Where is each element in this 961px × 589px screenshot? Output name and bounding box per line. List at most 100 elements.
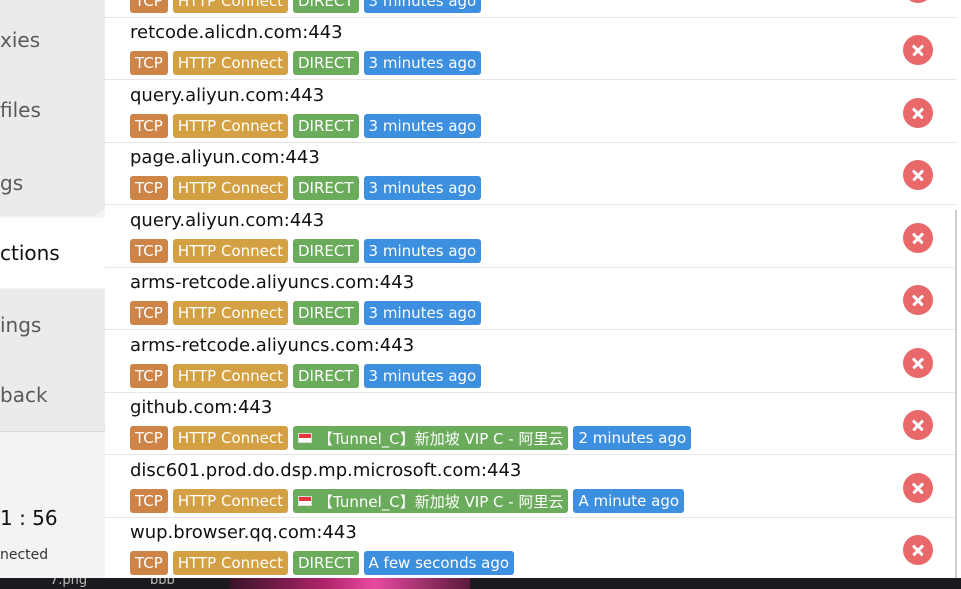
connection-row: arms-retcode.aliyuncs.com:443 TCP HTTP C…: [105, 268, 957, 330]
route-label: 【Tunnel_C】新加坡 VIP C - 阿里云: [318, 429, 564, 448]
type-badge: HTTP Connect: [172, 239, 288, 263]
network-badge: TCP: [130, 301, 168, 325]
connection-tags: TCP HTTP Connect DIRECT A few seconds ag…: [130, 551, 515, 575]
type-badge: HTTP Connect: [172, 551, 288, 575]
route-badge: 【Tunnel_C】新加坡 VIP C - 阿里云: [293, 489, 569, 513]
connection-row: page.aliyun.com:443 TCP HTTP Connect DIR…: [105, 143, 957, 205]
nav-item-profiles[interactable]: files: [0, 98, 105, 122]
network-badge: TCP: [130, 364, 168, 388]
type-badge: HTTP Connect: [172, 176, 288, 200]
time-badge: 3 minutes ago: [363, 239, 482, 263]
route-label: 【Tunnel_C】新加坡 VIP C - 阿里云: [318, 492, 564, 511]
connection-row: arms-retcode.aliyuncs.com:443 TCP HTTP C…: [105, 331, 957, 393]
route-badge: DIRECT: [293, 364, 359, 388]
connection-host: github.com:443: [130, 397, 273, 418]
nav-group-background-2: [0, 289, 105, 431]
type-badge: HTTP Connect: [172, 301, 288, 325]
connection-host: arms-retcode.aliyuncs.com:443: [130, 272, 415, 293]
close-connection-button[interactable]: [903, 285, 933, 315]
connection-tags: TCP HTTP Connect 【Tunnel_C】新加坡 VIP C - 阿…: [130, 426, 692, 450]
connection-host: wup.browser.qq.com:443: [130, 522, 357, 543]
connection-status: nected: [0, 547, 49, 563]
close-connection-button[interactable]: [903, 223, 933, 253]
type-badge: HTTP Connect: [172, 489, 288, 513]
type-badge: HTTP Connect: [172, 364, 288, 388]
connection-host: retcode.alicdn.com:443: [130, 22, 343, 43]
connection-host: query.aliyun.com:443: [130, 210, 325, 231]
singapore-flag-icon: [298, 496, 312, 506]
network-badge: TCP: [130, 51, 168, 75]
taskbar: 7.png bbb: [0, 578, 961, 589]
type-badge: HTTP Connect: [172, 0, 288, 13]
connection-tags: TCP HTTP Connect DIRECT 3 minutes ago: [130, 114, 482, 138]
connection-host: page.aliyun.com:443: [130, 147, 320, 168]
time-badge: A few seconds ago: [363, 551, 515, 575]
time-badge: A minute ago: [573, 489, 685, 513]
connection-row: query.aliyun.com:443 TCP HTTP Connect DI…: [105, 206, 957, 268]
connection-row: wup.browser.qq.com:443 TCP HTTP Connect …: [105, 518, 957, 578]
route-badge: DIRECT: [293, 114, 359, 138]
connection-tags: TCP HTTP Connect DIRECT 3 minutes ago: [130, 364, 482, 388]
time-badge: 3 minutes ago: [363, 364, 482, 388]
nav-item-logs[interactable]: gs: [0, 171, 105, 195]
route-badge: DIRECT: [293, 239, 359, 263]
route-badge: DIRECT: [293, 51, 359, 75]
network-badge: TCP: [130, 0, 168, 13]
connections-list: TCP HTTP Connect DIRECT 3 minutes ago re…: [105, 0, 961, 578]
time-badge: 3 minutes ago: [363, 51, 482, 75]
close-connection-button[interactable]: [903, 473, 933, 503]
network-badge: TCP: [130, 551, 168, 575]
nav-item-proxies[interactable]: xies: [0, 28, 105, 52]
type-badge: HTTP Connect: [172, 114, 288, 138]
route-badge: DIRECT: [293, 0, 359, 13]
nav-item-settings[interactable]: ings: [0, 313, 105, 337]
connection-row: query.aliyun.com:443 TCP HTTP Connect DI…: [105, 81, 957, 143]
connection-row: disc601.prod.do.dsp.mp.microsoft.com:443…: [105, 456, 957, 518]
time-badge: 3 minutes ago: [363, 0, 482, 13]
sidebar-divider: [0, 431, 105, 432]
close-connection-button[interactable]: [903, 160, 933, 190]
scrollbar[interactable]: [955, 210, 957, 578]
time-badge: 3 minutes ago: [363, 176, 482, 200]
connection-host: query.aliyun.com:443: [130, 85, 325, 106]
time-badge: 3 minutes ago: [363, 301, 482, 325]
nav-item-feedback[interactable]: back: [0, 383, 105, 407]
taskbar-wallpaper: [230, 578, 470, 589]
connection-tags: TCP HTTP Connect 【Tunnel_C】新加坡 VIP C - 阿…: [130, 489, 685, 513]
connection-row: github.com:443 TCP HTTP Connect 【Tunnel_…: [105, 393, 957, 455]
time-badge: 2 minutes ago: [573, 426, 692, 450]
close-connection-button[interactable]: [903, 35, 933, 65]
close-connection-button[interactable]: [903, 0, 933, 3]
taskbar-item[interactable]: bbb: [150, 578, 175, 588]
network-badge: TCP: [130, 239, 168, 263]
connection-tags: TCP HTTP Connect DIRECT 3 minutes ago: [130, 239, 482, 263]
route-badge: DIRECT: [293, 301, 359, 325]
connection-host: disc601.prod.do.dsp.mp.microsoft.com:443: [130, 460, 522, 481]
close-connection-button[interactable]: [903, 98, 933, 128]
sidebar: xies files gs ctions ings back 1 : 56 ne…: [0, 0, 105, 589]
connection-row: retcode.alicdn.com:443 TCP HTTP Connect …: [105, 18, 957, 80]
type-badge: HTTP Connect: [172, 51, 288, 75]
connection-host: arms-retcode.aliyuncs.com:443: [130, 335, 415, 356]
route-badge: DIRECT: [293, 176, 359, 200]
route-badge: 【Tunnel_C】新加坡 VIP C - 阿里云: [293, 426, 569, 450]
connection-tags: TCP HTTP Connect DIRECT 3 minutes ago: [130, 51, 482, 75]
singapore-flag-icon: [298, 433, 312, 443]
close-connection-button[interactable]: [903, 348, 933, 378]
route-badge: DIRECT: [293, 551, 359, 575]
connection-tags: TCP HTTP Connect DIRECT 3 minutes ago: [130, 301, 482, 325]
network-badge: TCP: [130, 489, 168, 513]
type-badge: HTTP Connect: [172, 426, 288, 450]
connection-tags: TCP HTTP Connect DIRECT 3 minutes ago: [130, 176, 482, 200]
uptime-clock: 1 : 56: [0, 506, 58, 530]
connection-row: TCP HTTP Connect DIRECT 3 minutes ago: [105, 0, 957, 18]
network-badge: TCP: [130, 176, 168, 200]
network-badge: TCP: [130, 114, 168, 138]
taskbar-item[interactable]: 7.png: [50, 578, 87, 588]
network-badge: TCP: [130, 426, 168, 450]
close-connection-button[interactable]: [903, 535, 933, 565]
close-connection-button[interactable]: [903, 410, 933, 440]
nav-item-connections[interactable]: ctions: [0, 241, 105, 265]
connection-tags: TCP HTTP Connect DIRECT 3 minutes ago: [130, 0, 482, 13]
time-badge: 3 minutes ago: [363, 114, 482, 138]
